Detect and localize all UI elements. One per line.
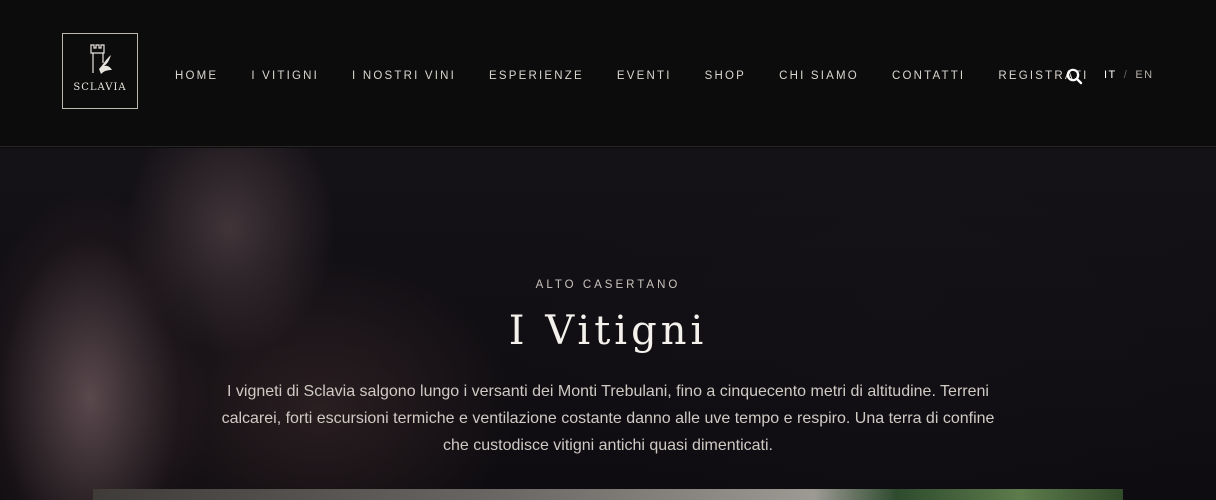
nav-item-vitigni[interactable]: I VITIGNI [251,70,319,82]
nav-item-shop[interactable]: SHOP [705,70,746,82]
language-switcher: IT / EN [1104,69,1154,81]
nav-item-esperienze[interactable]: ESPERIENZE [489,70,584,82]
site-header: SCLAVIA HOME I VITIGNI I NOSTRI VINI ESP… [0,0,1216,147]
hero-kicker: ALTO CASERTANO [535,279,681,291]
brand-logo[interactable]: SCLAVIA [62,33,138,109]
language-en[interactable]: EN [1135,69,1153,81]
main-nav: HOME I VITIGNI I NOSTRI VINI ESPERIENZE … [175,69,1121,83]
hero-section: ALTO CASERTANO I Vitigni I vigneti di Sc… [0,148,1216,500]
nav-item-nostri-vini[interactable]: I NOSTRI VINI [352,70,456,82]
nav-item-contatti[interactable]: CONTATTI [892,70,965,82]
tower-bird-icon [90,44,112,74]
logo-text: SCLAVIA [73,82,127,93]
nav-item-chi-siamo[interactable]: CHI SIAMO [779,70,859,82]
language-it[interactable]: IT [1104,69,1117,81]
vineyard-photo [93,489,1123,500]
search-icon[interactable] [1066,68,1083,90]
nav-item-eventi[interactable]: EVENTI [617,70,672,82]
nav-item-home[interactable]: HOME [175,70,218,82]
page-title: I Vitigni [508,308,708,354]
language-separator: / [1123,69,1129,81]
hero-description: I vigneti di Sclavia salgono lungo i ver… [221,383,995,454]
